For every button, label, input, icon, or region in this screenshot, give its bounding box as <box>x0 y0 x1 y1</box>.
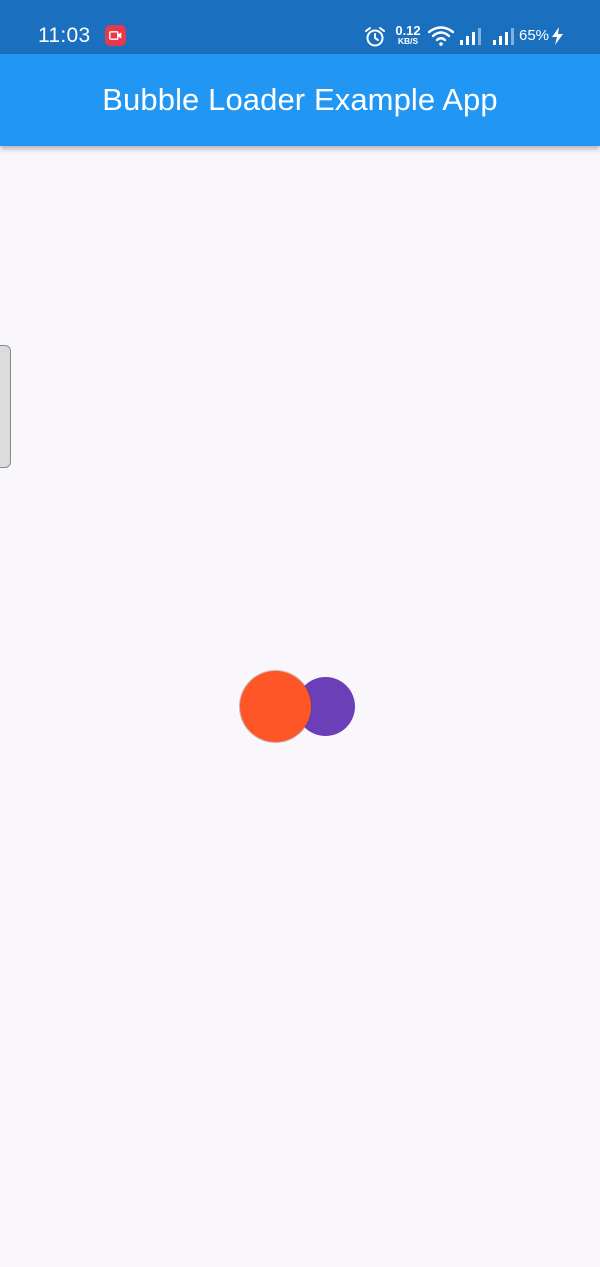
signal-icon <box>459 27 483 51</box>
network-speed: 0.12 KB/S <box>393 24 423 46</box>
status-time: 11:03 <box>38 24 91 47</box>
app-bar: Bubble Loader Example App <box>0 54 600 146</box>
wifi-icon <box>427 26 455 51</box>
screen-record-icon <box>105 25 126 46</box>
charging-icon <box>551 27 564 50</box>
network-speed-unit: KB/S <box>397 36 419 46</box>
page-title: Bubble Loader Example App <box>102 82 498 117</box>
battery-percentage: 65% <box>519 27 550 44</box>
signal-icon <box>492 27 516 51</box>
loader-bubble-orange <box>240 671 311 742</box>
edge-panel-handle[interactable] <box>0 345 11 468</box>
status-bar: 11:03 0.12 KB/S 65% <box>0 0 600 54</box>
alarm-icon <box>364 26 386 53</box>
